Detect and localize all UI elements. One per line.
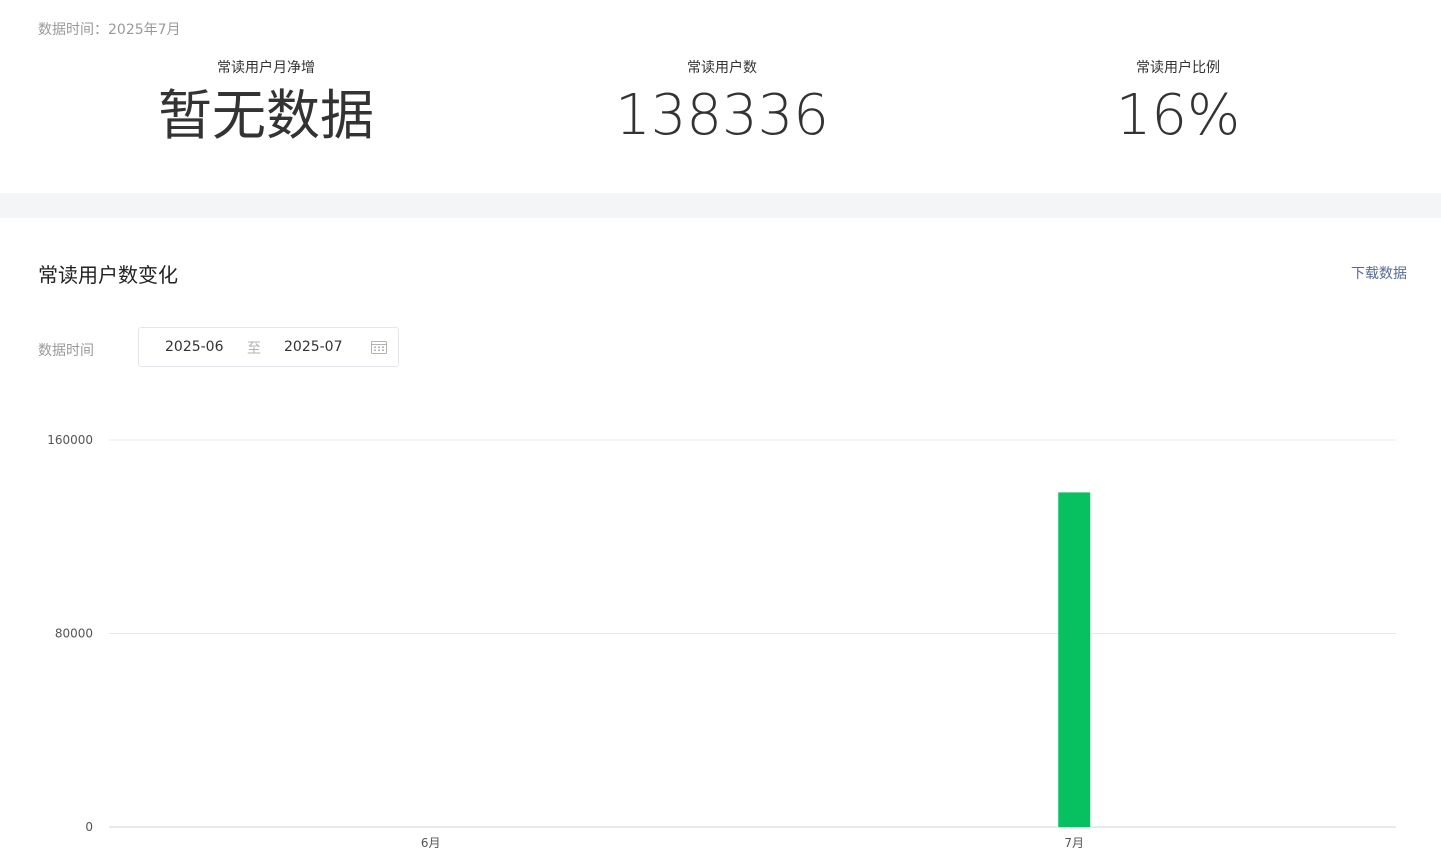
y-tick-label: 0 bbox=[85, 820, 93, 834]
stat-value: 138336 bbox=[615, 83, 829, 148]
x-tick-label: 7月 bbox=[1064, 836, 1084, 850]
date-start-input[interactable]: 2025-06 bbox=[165, 339, 224, 355]
data-time-label: 数据时间：2025年7月 bbox=[38, 22, 181, 38]
bar-2[interactable] bbox=[1058, 492, 1091, 827]
y-tick-label: 80000 bbox=[55, 627, 93, 641]
stat-label: 常读用户月净增 bbox=[217, 60, 315, 76]
stats-summary: 常读用户月净增 暂无数据 常读用户数 138336 常读用户比例 16% bbox=[0, 58, 1441, 158]
stat-monthly-net-growth: 常读用户月净增 暂无数据 bbox=[66, 58, 466, 152]
date-range-picker[interactable]: 2025-06 至 2025-07 bbox=[138, 327, 399, 367]
regular-readers-bar-chart: 0 80000 160000 6月 7月 bbox=[47, 433, 1396, 850]
x-tick-label: 6月 bbox=[421, 836, 441, 850]
stat-label: 常读用户数 bbox=[687, 60, 757, 76]
stat-value: 16% bbox=[1115, 83, 1241, 148]
date-end-input[interactable]: 2025-07 bbox=[284, 339, 343, 355]
section-title: 常读用户数变化 bbox=[38, 263, 178, 287]
stat-regular-readers: 常读用户数 138336 bbox=[522, 58, 922, 152]
stat-value: 暂无数据 bbox=[158, 84, 374, 147]
stat-label: 常读用户比例 bbox=[1136, 60, 1220, 76]
stat-regular-readers-ratio: 常读用户比例 16% bbox=[978, 58, 1378, 152]
calendar-icon[interactable] bbox=[371, 340, 387, 354]
section-divider bbox=[0, 193, 1441, 218]
date-separator: 至 bbox=[247, 341, 261, 357]
y-tick-label: 160000 bbox=[47, 433, 93, 447]
download-data-link[interactable]: 下载数据 bbox=[1351, 263, 1407, 283]
filter-label: 数据时间 bbox=[38, 343, 94, 359]
